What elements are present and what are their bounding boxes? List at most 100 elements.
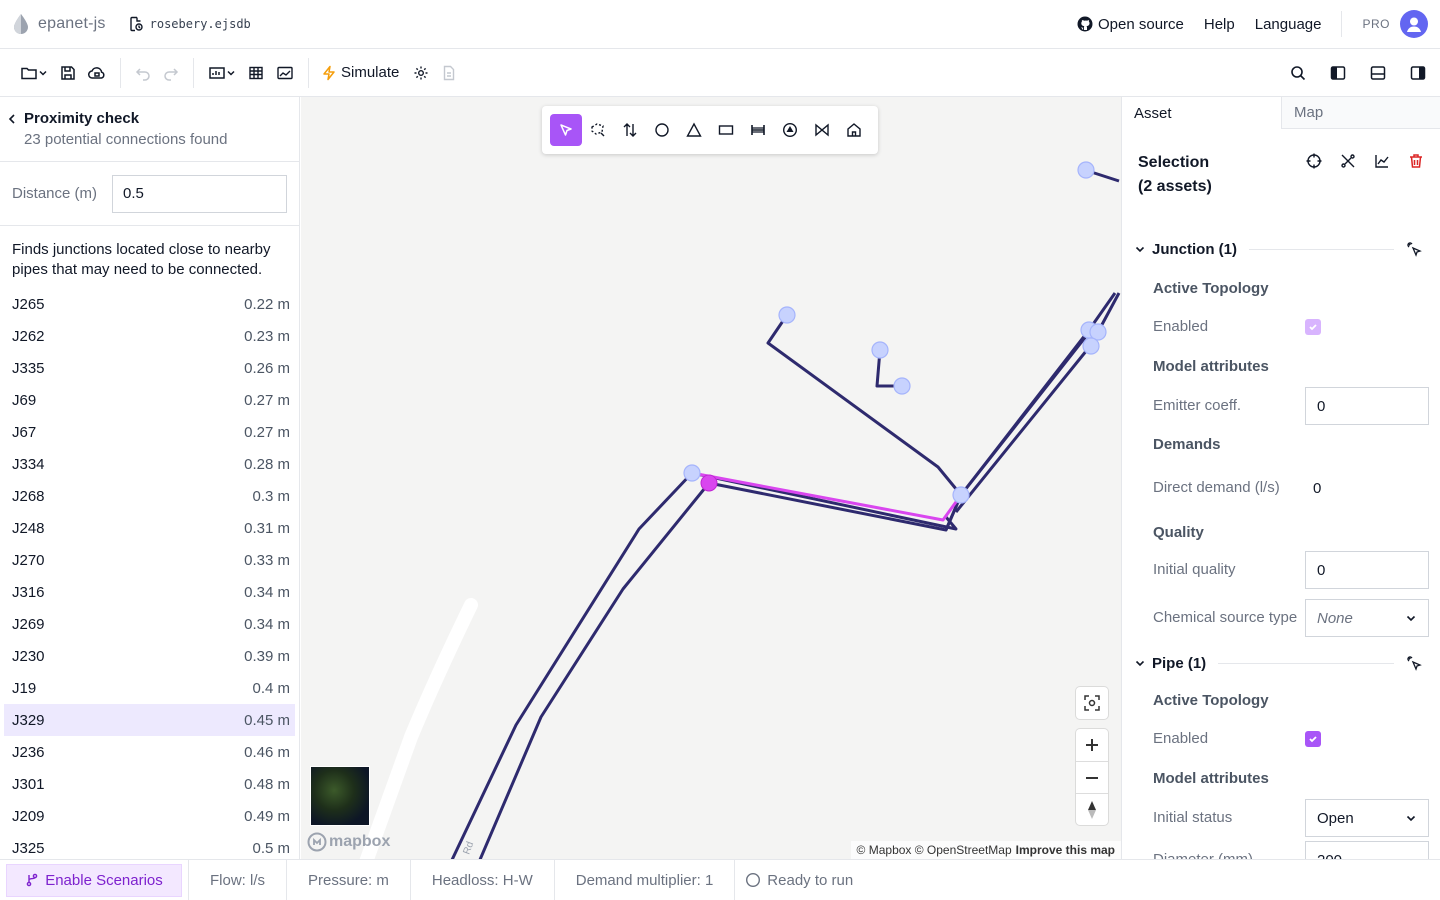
zoom-in-button[interactable] [1076, 729, 1108, 761]
enabled-checkbox[interactable] [1305, 731, 1321, 747]
result-row[interactable]: J335 0.26 m [4, 352, 295, 384]
emitter-input[interactable]: 0 [1305, 387, 1429, 425]
junction-tool[interactable] [646, 114, 678, 146]
diameter-input[interactable]: 200 [1305, 841, 1429, 859]
result-row[interactable]: J19 0.4 m [4, 672, 295, 704]
user-avatar[interactable] [1400, 10, 1428, 38]
result-row[interactable]: J236 0.46 m [4, 736, 295, 768]
mapbox-logo[interactable]: mapbox [307, 832, 390, 852]
pipe-tool[interactable] [742, 114, 774, 146]
junction-id: J301 [12, 775, 45, 793]
customer-point-tool[interactable] [838, 114, 870, 146]
result-row[interactable]: J316 0.34 m [4, 576, 295, 608]
sparkle-pointer-icon[interactable] [1406, 241, 1422, 257]
save-button[interactable] [54, 57, 82, 89]
simulation-settings-button[interactable] [407, 57, 435, 89]
panel-title: Proximity check [24, 110, 140, 127]
file-name-chip[interactable]: rosebery.ejsdb [128, 16, 251, 32]
toggle-left-panel-button[interactable] [1324, 57, 1352, 89]
pipe-section-header[interactable]: Pipe (1) [1122, 645, 1440, 681]
search-button[interactable] [1284, 57, 1312, 89]
initial-quality-row: Initial quality 0 [1122, 549, 1440, 591]
toolbar-divider [308, 57, 309, 88]
map-canvas[interactable]: Rd mapbox © Mapbox © OpenStreetMap Impro… [301, 97, 1121, 859]
initial-status-select[interactable]: Open [1305, 799, 1429, 837]
reservoir-tool[interactable] [678, 114, 710, 146]
trash-icon[interactable] [1408, 153, 1424, 169]
section-title: Junction (1) [1152, 240, 1237, 258]
report-button[interactable] [435, 57, 463, 89]
selected-junction-node [700, 474, 718, 492]
table-view-button[interactable] [242, 57, 270, 89]
compass-button[interactable] [1076, 793, 1108, 825]
result-row[interactable]: J301 0.48 m [4, 768, 295, 800]
junction-id: J269 [12, 615, 45, 633]
result-row[interactable]: J248 0.31 m [4, 512, 295, 544]
junction-section-header[interactable]: Junction (1) [1122, 229, 1440, 269]
sparkle-pointer-icon[interactable] [1406, 655, 1422, 671]
demand-multiplier[interactable]: Demand multiplier: 1 [553, 859, 735, 900]
line-chart-icon[interactable] [1374, 153, 1390, 169]
toggle-bottom-panel-button[interactable] [1364, 57, 1392, 89]
zoom-out-button[interactable] [1076, 761, 1108, 793]
simulate-button[interactable]: Simulate [317, 64, 407, 81]
result-row[interactable]: J329 0.45 m [4, 704, 295, 736]
right-panel-icon [1410, 66, 1426, 80]
disconnect-icon[interactable] [1340, 153, 1356, 169]
result-row[interactable]: J268 0.3 m [4, 480, 295, 512]
result-row[interactable]: J67 0.27 m [4, 416, 295, 448]
distance-input[interactable]: 0.5 [112, 174, 287, 213]
pressure-units[interactable]: Pressure: m [286, 859, 410, 900]
enabled-label: Enabled [1153, 318, 1209, 335]
redo-button[interactable] [157, 57, 185, 89]
junction-id: J334 [12, 455, 45, 473]
result-row[interactable]: J325 0.5 m [4, 832, 295, 859]
table-icon [249, 66, 263, 79]
undo-button[interactable] [129, 57, 157, 89]
result-row[interactable]: J209 0.49 m [4, 800, 295, 832]
app-logo[interactable]: epanet-js [12, 13, 106, 35]
result-row[interactable]: J69 0.27 m [4, 384, 295, 416]
model-attributes-heading: Model attributes [1153, 357, 1269, 375]
valve-tool[interactable] [806, 114, 838, 146]
tab-asset[interactable]: Asset [1122, 97, 1281, 129]
result-row[interactable]: J230 0.39 m [4, 640, 295, 672]
satellite-minimap[interactable] [310, 766, 370, 826]
open-source-link[interactable]: Open source [1077, 16, 1184, 33]
active-topology-heading: Active Topology [1153, 279, 1269, 297]
enabled-checkbox[interactable] [1305, 319, 1321, 335]
initial-quality-input[interactable]: 0 [1305, 551, 1429, 589]
geolocate-control[interactable] [1076, 687, 1108, 719]
junction-node [778, 306, 796, 324]
pan-tool[interactable] [614, 114, 646, 146]
result-row[interactable]: J334 0.28 m [4, 448, 295, 480]
tab-map[interactable]: Map [1281, 97, 1440, 129]
save-cloud-button[interactable] [82, 57, 112, 89]
chart-folder-icon [209, 66, 225, 79]
chem-source-select[interactable]: None [1305, 599, 1429, 637]
language-link[interactable]: Language [1255, 16, 1322, 33]
folder-icon [21, 67, 37, 79]
select-tool[interactable] [550, 114, 582, 146]
help-link[interactable]: Help [1204, 16, 1235, 33]
enable-scenarios-button[interactable]: Enable Scenarios [6, 863, 182, 897]
import-button[interactable] [202, 57, 242, 89]
locate-button[interactable] [1076, 687, 1108, 719]
reports-button[interactable] [270, 57, 300, 89]
result-row[interactable]: J262 0.23 m [4, 320, 295, 352]
toggle-right-panel-button[interactable] [1404, 57, 1432, 89]
back-button[interactable]: Proximity check [8, 110, 289, 127]
attribution-links[interactable]: © Mapbox © OpenStreetMap [857, 843, 1012, 857]
improve-map-link[interactable]: Improve this map [1016, 843, 1115, 857]
result-row[interactable]: J265 0.22 m [4, 288, 295, 320]
headloss-formula[interactable]: Headloss: H-W [409, 859, 554, 900]
lasso-select-tool[interactable] [582, 114, 614, 146]
flow-units[interactable]: Flow: l/s [188, 859, 286, 900]
crosshair-icon[interactable] [1306, 153, 1322, 169]
tank-tool[interactable] [710, 114, 742, 146]
open-file-button[interactable] [14, 57, 54, 89]
result-row[interactable]: J270 0.33 m [4, 544, 295, 576]
save-icon [61, 65, 75, 80]
result-row[interactable]: J269 0.34 m [4, 608, 295, 640]
pump-tool[interactable] [774, 114, 806, 146]
